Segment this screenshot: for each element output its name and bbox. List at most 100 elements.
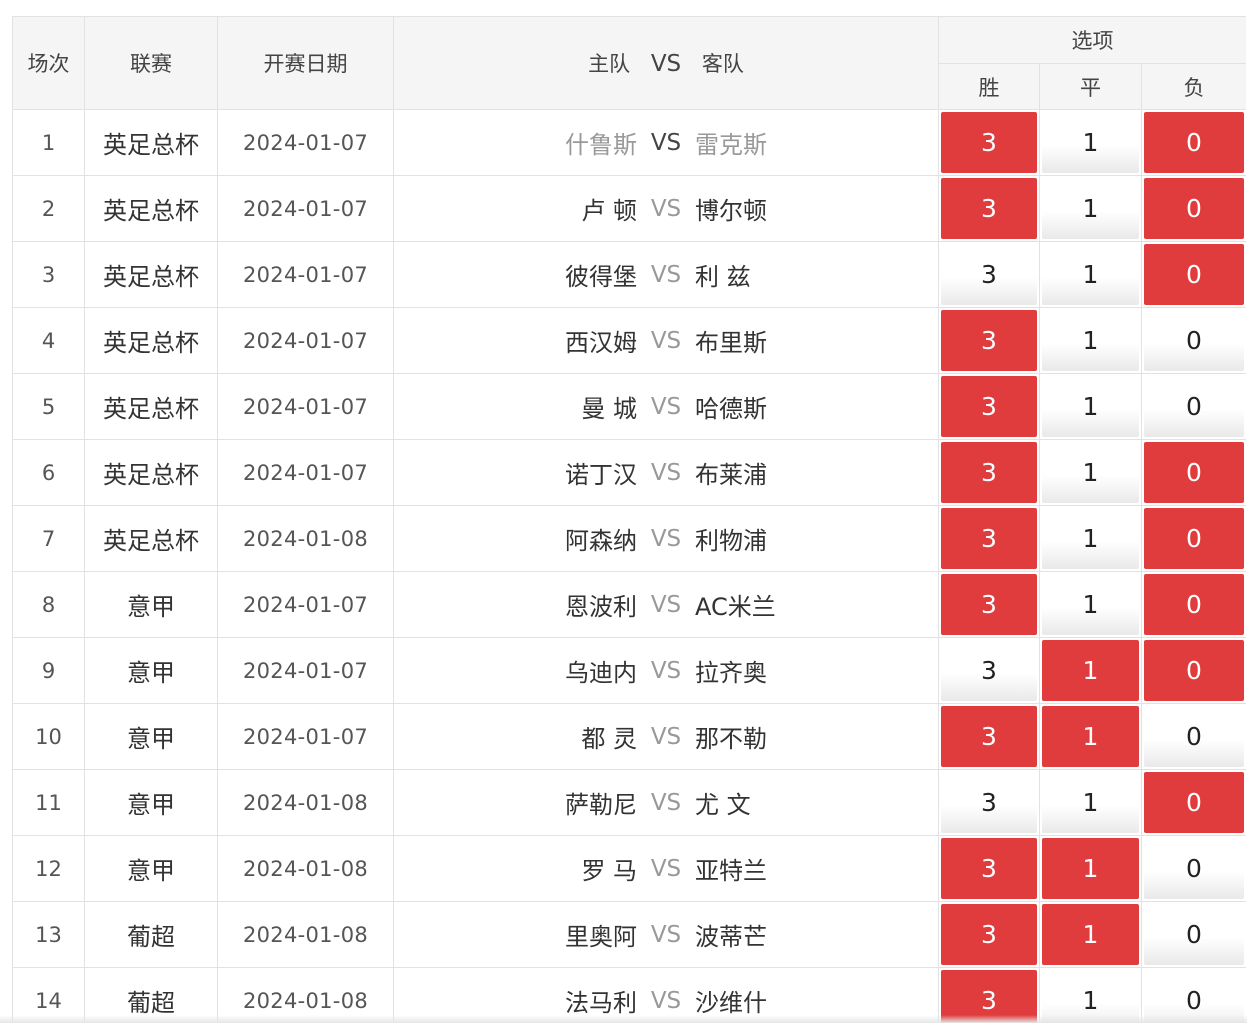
option-cell: 0 — [1140, 175, 1246, 242]
option-draw[interactable]: 1 — [1042, 112, 1139, 173]
league-name: 英足总杯 — [84, 241, 218, 308]
option-lose[interactable]: 0 — [1144, 904, 1245, 965]
home-team: 萨勒尼 — [565, 791, 637, 819]
vs-label: VS — [650, 393, 682, 420]
option-cell: 3 — [938, 901, 1040, 968]
vs-label: VS — [650, 459, 682, 486]
option-win[interactable]: 3 — [941, 376, 1037, 437]
option-win[interactable]: 3 — [941, 838, 1037, 899]
option-win[interactable]: 3 — [941, 310, 1037, 371]
match-teams: 都 灵 VS 那不勒 — [393, 703, 939, 770]
option-draw[interactable]: 1 — [1042, 178, 1139, 239]
option-lose[interactable]: 0 — [1144, 574, 1245, 635]
option-draw[interactable]: 1 — [1042, 442, 1139, 503]
match-date: 2024-01-07 — [217, 241, 394, 308]
option-draw[interactable]: 1 — [1042, 244, 1139, 305]
option-cell: 0 — [1140, 637, 1246, 704]
option-draw[interactable]: 1 — [1042, 574, 1139, 635]
option-lose[interactable]: 0 — [1144, 772, 1245, 833]
option-win[interactable]: 3 — [941, 112, 1037, 173]
option-cell: 3 — [938, 571, 1040, 638]
option-lose[interactable]: 0 — [1144, 376, 1245, 437]
header-league: 联赛 — [84, 16, 218, 110]
home-team: 乌迪内 — [565, 659, 637, 687]
option-lose[interactable]: 0 — [1144, 640, 1245, 701]
away-team: 哈德斯 — [695, 395, 767, 423]
table-row: 12 意甲 2024-01-08 罗 马 VS 亚特兰 3 1 0 — [12, 835, 1246, 902]
option-lose[interactable]: 0 — [1144, 442, 1245, 503]
option-lose[interactable]: 0 — [1144, 112, 1245, 173]
table-row: 5 英足总杯 2024-01-07 曼 城 VS 哈德斯 3 1 0 — [12, 373, 1246, 440]
option-cell: 3 — [938, 241, 1040, 308]
away-team: AC米兰 — [695, 593, 776, 621]
match-teams: 萨勒尼 VS 尤 文 — [393, 769, 939, 836]
option-lose[interactable]: 0 — [1144, 178, 1245, 239]
vs-label: VS — [650, 855, 682, 882]
option-draw[interactable]: 1 — [1042, 904, 1139, 965]
vs-label: VS — [650, 195, 682, 222]
home-team: 法马利 — [565, 989, 637, 1017]
away-team: 拉齐奥 — [695, 659, 767, 687]
option-lose[interactable]: 0 — [1144, 838, 1245, 899]
option-win[interactable]: 3 — [941, 772, 1037, 833]
option-cell: 3 — [938, 505, 1040, 572]
match-date: 2024-01-07 — [217, 175, 394, 242]
option-cell: 1 — [1039, 769, 1142, 836]
match-date: 2024-01-08 — [217, 835, 394, 902]
vs-label: VS — [650, 129, 682, 156]
option-draw[interactable]: 1 — [1042, 310, 1139, 371]
option-cell: 0 — [1140, 307, 1246, 374]
vs-label: VS — [650, 327, 682, 354]
away-team: 波蒂芒 — [695, 923, 767, 951]
option-draw[interactable]: 1 — [1042, 706, 1139, 767]
league-name: 意甲 — [84, 835, 218, 902]
option-lose[interactable]: 0 — [1144, 244, 1245, 305]
option-draw[interactable]: 1 — [1042, 838, 1139, 899]
home-team: 什鲁斯 — [565, 131, 637, 159]
option-win[interactable]: 3 — [941, 904, 1037, 965]
away-team: 尤 文 — [695, 791, 751, 819]
match-teams: 阿森纳 VS 利物浦 — [393, 505, 939, 572]
vs-label: VS — [650, 657, 682, 684]
league-name: 意甲 — [84, 769, 218, 836]
option-win[interactable]: 3 — [941, 442, 1037, 503]
option-draw[interactable]: 1 — [1042, 640, 1139, 701]
away-team: 布里斯 — [695, 329, 767, 357]
option-cell: 1 — [1039, 175, 1142, 242]
table-row: 6 英足总杯 2024-01-07 诺丁汉 VS 布莱浦 3 1 0 — [12, 439, 1246, 506]
league-name: 意甲 — [84, 703, 218, 770]
match-table: 场次 联赛 开赛日期 主队 VS 客队 选项 胜 平 负 1 英足总杯 2024-0… — [12, 16, 1246, 1023]
match-date: 2024-01-08 — [217, 901, 394, 968]
option-draw[interactable]: 1 — [1042, 508, 1139, 569]
option-lose[interactable]: 0 — [1144, 310, 1245, 371]
home-team: 卢 顿 — [581, 197, 637, 225]
option-cell: 1 — [1039, 835, 1142, 902]
option-cell: 1 — [1039, 109, 1142, 176]
option-cell: 0 — [1140, 109, 1246, 176]
vs-label: VS — [650, 723, 682, 750]
option-win[interactable]: 3 — [941, 508, 1037, 569]
league-name: 意甲 — [84, 637, 218, 704]
table-row: 8 意甲 2024-01-07 恩波利 VS AC米兰 3 1 0 — [12, 571, 1246, 638]
option-cell: 3 — [938, 703, 1040, 770]
home-team: 罗 马 — [581, 857, 637, 885]
option-cell: 0 — [1140, 439, 1246, 506]
option-cell: 3 — [938, 835, 1040, 902]
option-win[interactable]: 3 — [941, 574, 1037, 635]
away-team: 利物浦 — [695, 527, 767, 555]
table-row: 3 英足总杯 2024-01-07 彼得堡 VS 利 兹310 — [12, 241, 1246, 308]
option-lose[interactable]: 0 — [1144, 508, 1245, 569]
option-win[interactable]: 3 — [941, 706, 1037, 767]
option-win[interactable]: 3 — [941, 178, 1037, 239]
option-draw[interactable]: 1 — [1042, 376, 1139, 437]
round-number: 3 — [12, 241, 85, 308]
round-number: 6 — [12, 439, 85, 506]
option-draw[interactable]: 1 — [1042, 772, 1139, 833]
option-win[interactable]: 3 — [941, 244, 1037, 305]
option-cell: 3 — [938, 373, 1040, 440]
option-cell: 0 — [1140, 571, 1246, 638]
option-win[interactable]: 3 — [941, 640, 1037, 701]
option-lose[interactable]: 0 — [1144, 706, 1245, 767]
home-team: 西汉姆 — [565, 329, 637, 357]
league-name: 英足总杯 — [84, 439, 218, 506]
